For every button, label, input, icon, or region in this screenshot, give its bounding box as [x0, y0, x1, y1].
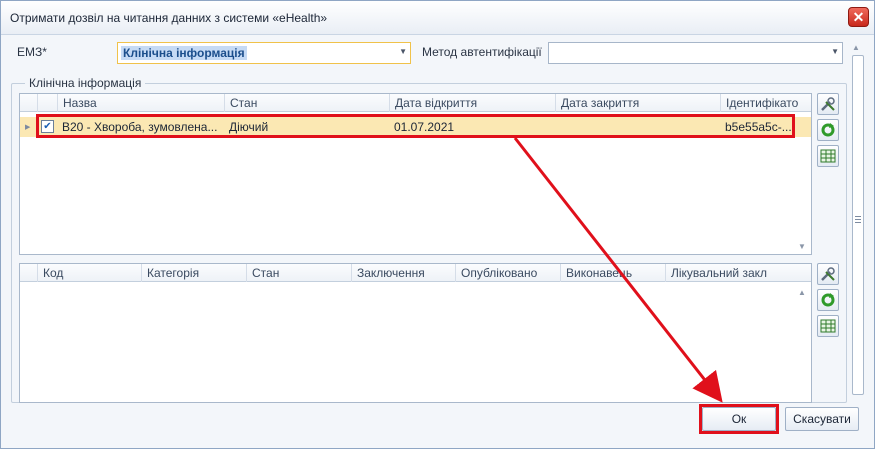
annotation-arrow: [513, 137, 723, 403]
dialog-window: Отримати дозвіл на читання данних з сист…: [0, 0, 875, 449]
